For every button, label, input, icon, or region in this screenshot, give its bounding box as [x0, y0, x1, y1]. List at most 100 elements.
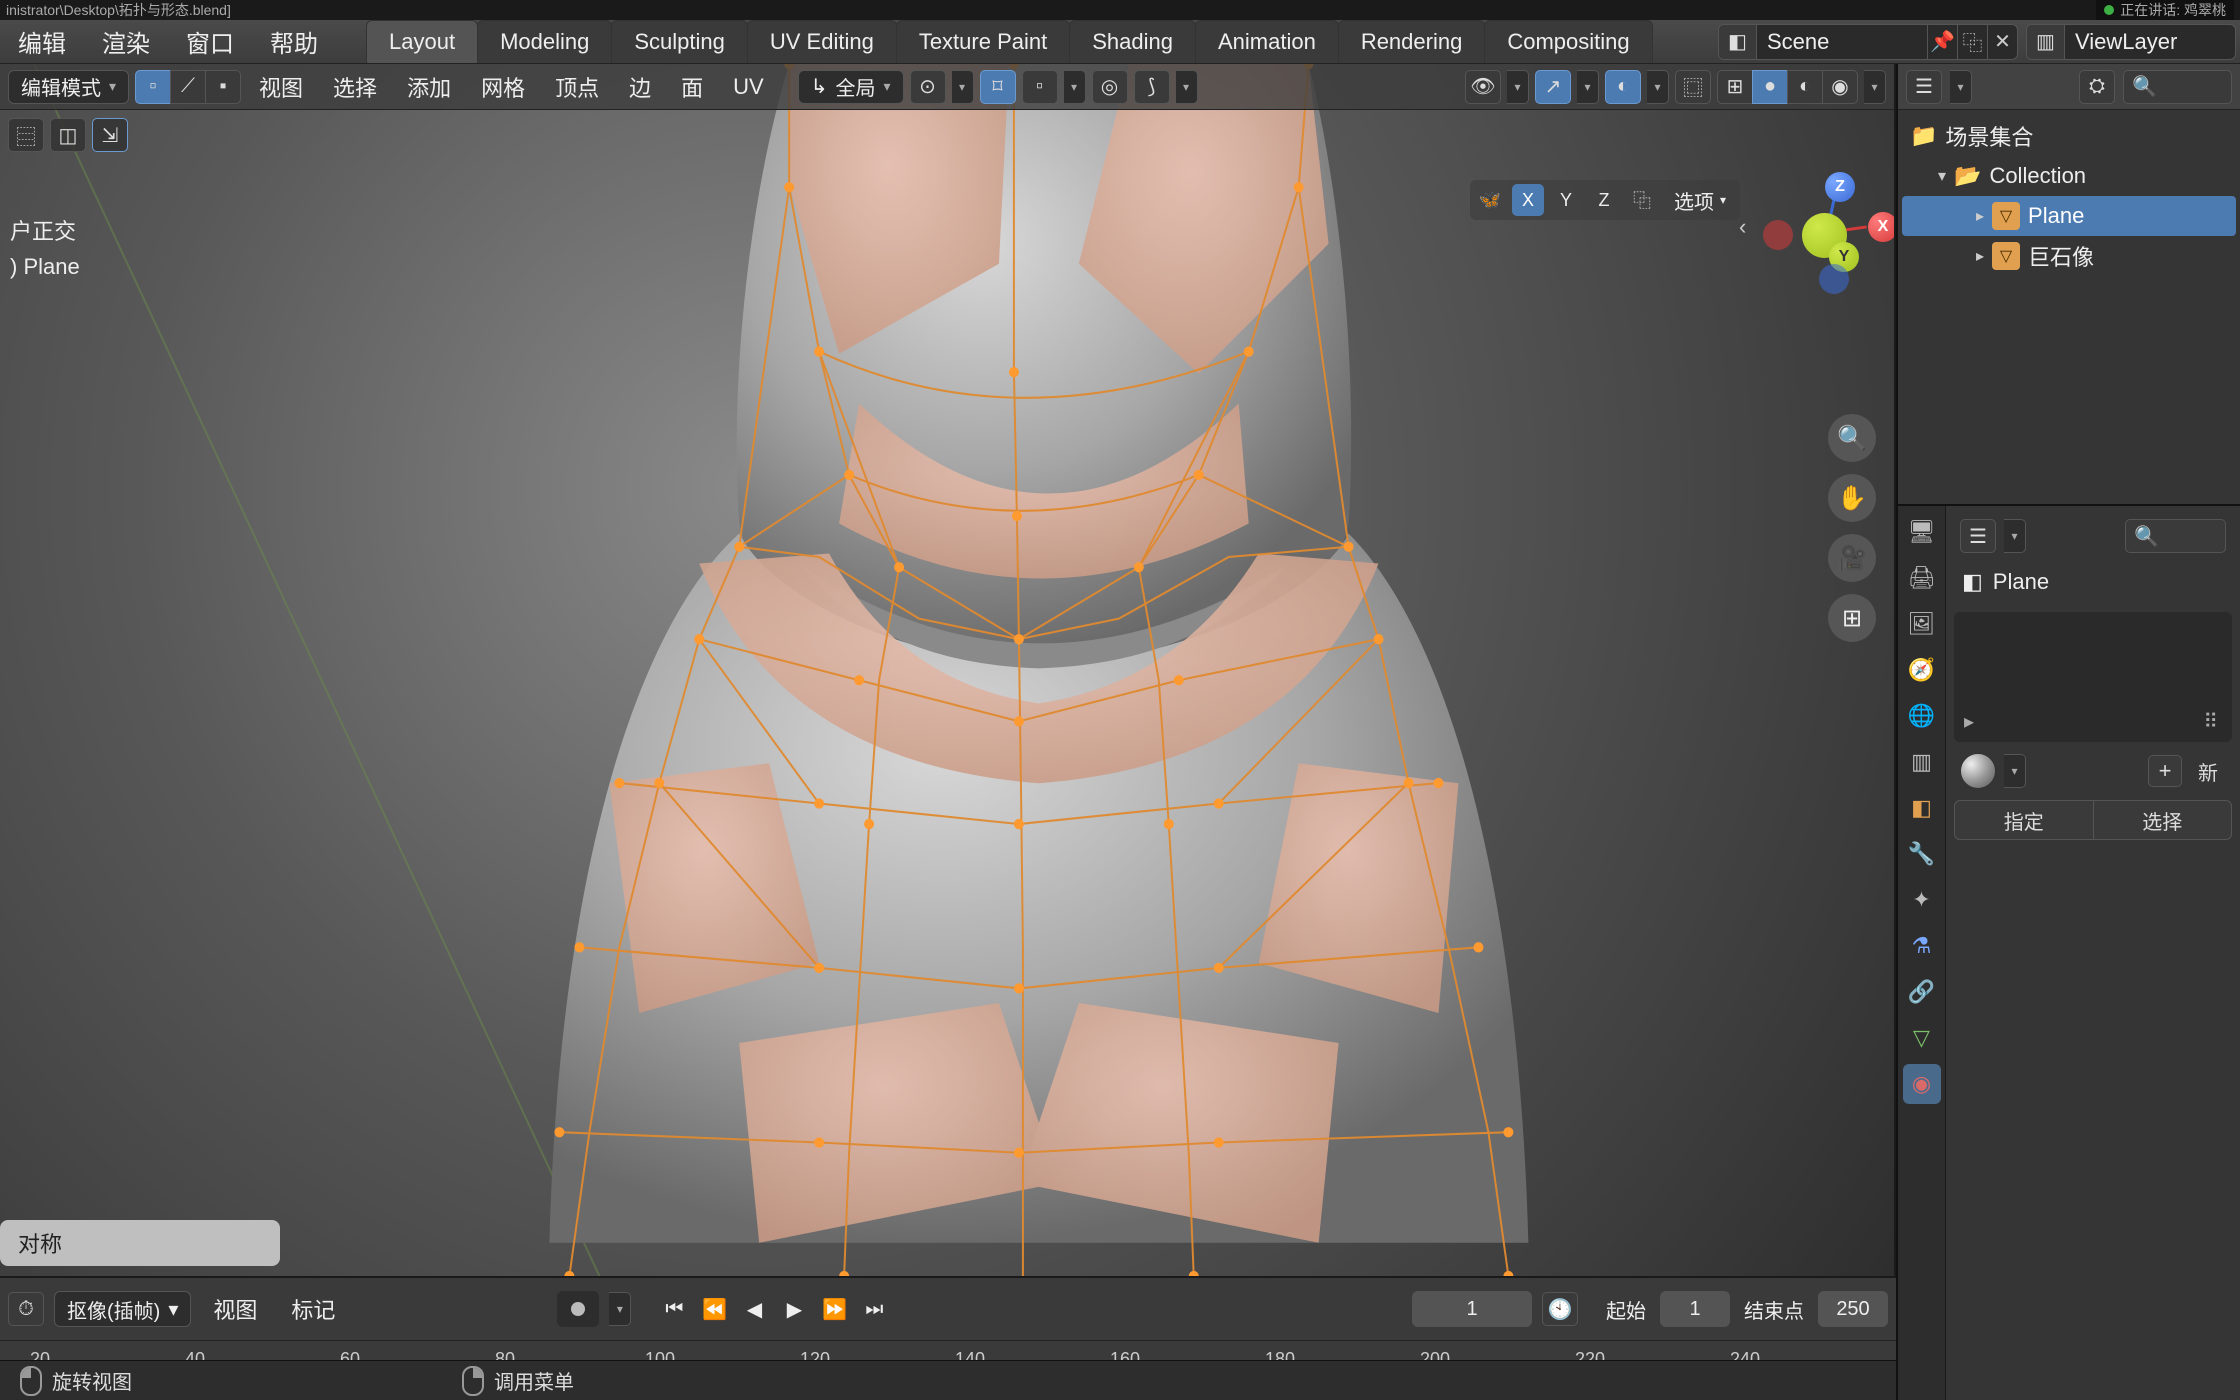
ptab-render-icon[interactable]: 🖥	[1903, 512, 1941, 552]
menu-render[interactable]: 渲染	[84, 24, 168, 59]
gizmo-toggle-icon[interactable]: ↗	[1535, 70, 1571, 104]
proportional-expand-icon[interactable]: ▾	[1176, 70, 1198, 104]
persp-ortho-icon[interactable]: ⊞	[1828, 594, 1876, 642]
proportional-falloff-icon[interactable]: ⟆	[1134, 70, 1170, 104]
disclosure-icon[interactable]: ▸	[1976, 206, 1984, 226]
vertex-select-icon[interactable]: ▫	[135, 70, 171, 104]
mirror-y-button[interactable]: Y	[1550, 184, 1582, 216]
ptab-scene-icon[interactable]: 🧭	[1903, 650, 1941, 690]
tree-item-statue[interactable]: ▸ ▽ 巨石像	[1902, 236, 2236, 276]
prev-key-icon[interactable]: ⏪	[695, 1291, 733, 1327]
mode-dropdown[interactable]: 编辑模式 ▾	[8, 70, 129, 104]
automerge-icon[interactable]: ⿻	[1626, 184, 1658, 216]
symmetry-operator-panel[interactable]: 对称	[0, 1220, 280, 1266]
outliner-display-mode-icon[interactable]: ☰	[1906, 70, 1942, 104]
props-options-icon[interactable]: ☰	[1960, 519, 1996, 553]
pivot-icon[interactable]: ⊙	[910, 70, 946, 104]
props-options-expand-icon[interactable]: ▾	[2004, 519, 2026, 553]
tab-texturepaint[interactable]: Texture Paint	[896, 20, 1070, 63]
end-frame-input[interactable]: 250	[1818, 1291, 1888, 1327]
outliner-display-expand-icon[interactable]: ▾	[1950, 70, 1972, 104]
next-key-icon[interactable]: ⏩	[815, 1291, 853, 1327]
axis-x-icon[interactable]: X	[1868, 212, 1896, 242]
tool-setting-icon-2[interactable]: ◫	[50, 118, 86, 152]
tree-scene-collection[interactable]: 📁 场景集合	[1902, 116, 2236, 156]
scene-name-input[interactable]	[1757, 25, 1927, 59]
rendered-shading-icon[interactable]: ◉	[1822, 70, 1858, 104]
tab-compositing[interactable]: Compositing	[1484, 20, 1652, 63]
tool-setting-icon-1[interactable]: ⿳	[8, 118, 44, 152]
tab-layout[interactable]: Layout	[366, 20, 478, 63]
delete-scene-icon[interactable]: ✕	[1987, 25, 2017, 59]
axis-z-icon[interactable]: Z	[1825, 172, 1855, 202]
ptab-object-icon[interactable]: ◧	[1903, 788, 1941, 828]
tab-animation[interactable]: Animation	[1195, 20, 1339, 63]
menu-window[interactable]: 窗口	[168, 24, 252, 59]
snap-expand-icon[interactable]: ▾	[1064, 70, 1086, 104]
face-select-icon[interactable]: ▪	[205, 70, 241, 104]
tree-item-plane[interactable]: ▸ ▽ Plane	[1902, 196, 2236, 236]
tab-modeling[interactable]: Modeling	[477, 20, 612, 63]
vp-menu-mesh[interactable]: 网格	[469, 71, 537, 103]
vp-menu-add[interactable]: 添加	[395, 71, 463, 103]
visibility-icon[interactable]: 👁	[1465, 70, 1501, 104]
orientation-dropdown[interactable]: ↳ 全局 ▾	[798, 70, 904, 104]
collapse-arrow-icon[interactable]: ‹	[1739, 214, 1746, 240]
start-frame-input[interactable]: 1	[1660, 1291, 1730, 1327]
drag-handle-icon[interactable]: ⠿	[2203, 709, 2220, 734]
props-search-input[interactable]: 🔍	[2125, 519, 2226, 553]
gizmo-expand-icon[interactable]: ▾	[1577, 70, 1599, 104]
timeline-menu-view[interactable]: 视图	[201, 1293, 269, 1325]
expand-icon[interactable]: ▸	[1964, 709, 1974, 734]
jump-start-icon[interactable]: ⏮	[655, 1291, 693, 1327]
shading-expand-icon[interactable]: ▾	[1864, 70, 1886, 104]
ptab-data-icon[interactable]: ▽	[1903, 1018, 1941, 1058]
tab-rendering[interactable]: Rendering	[1338, 20, 1486, 63]
edge-select-icon[interactable]: ⟋	[170, 70, 206, 104]
visibility-expand-icon[interactable]: ▾	[1507, 70, 1529, 104]
snap-type-icon[interactable]: ▫	[1022, 70, 1058, 104]
autokey-expand-icon[interactable]: ▾	[609, 1292, 631, 1326]
mirror-x-button[interactable]: X	[1512, 184, 1544, 216]
ptab-world-icon[interactable]: 🌐	[1903, 696, 1941, 736]
outliner-search-input[interactable]: 🔍	[2123, 70, 2232, 104]
jump-end-icon[interactable]: ⏭	[855, 1291, 893, 1327]
options-dropdown[interactable]: 选项 ▾	[1664, 184, 1736, 216]
ptab-particles-icon[interactable]: ✦	[1903, 880, 1941, 920]
clock-icon[interactable]: 🕙	[1542, 1292, 1578, 1326]
axis-neg-z-icon[interactable]	[1819, 264, 1849, 294]
pin-scene-icon[interactable]: 📌	[1927, 25, 1957, 59]
menu-help[interactable]: 帮助	[252, 24, 336, 59]
vp-menu-select[interactable]: 选择	[321, 71, 389, 103]
vp-menu-view[interactable]: 视图	[247, 71, 315, 103]
xray-toggle-icon[interactable]: ⿴	[1675, 70, 1711, 104]
copy-scene-icon[interactable]: ⿻	[1957, 25, 1987, 59]
menu-edit[interactable]: 编辑	[0, 24, 84, 59]
mirror-icon[interactable]: 🦋	[1474, 184, 1506, 216]
ptab-modifier-icon[interactable]: 🔧	[1903, 834, 1941, 874]
ptab-collection-icon[interactable]: ▥	[1903, 742, 1941, 782]
current-frame-input[interactable]: 1	[1412, 1291, 1532, 1327]
camera-view-icon[interactable]: 🎥	[1828, 534, 1876, 582]
overlay-expand-icon[interactable]: ▾	[1647, 70, 1669, 104]
material-preview-icon[interactable]	[1960, 753, 1996, 789]
outliner-filter-icon[interactable]: ⛭	[2079, 70, 2115, 104]
autokey-toggle[interactable]	[557, 1291, 599, 1327]
pivot-expand-icon[interactable]: ▾	[952, 70, 974, 104]
nav-gizmo[interactable]: ‹ Z X Y	[1769, 174, 1884, 289]
assign-button[interactable]: 指定	[1954, 800, 2094, 840]
material-slot-list[interactable]: ▸ ⠿	[1954, 612, 2232, 742]
3d-viewport[interactable]: 编辑模式 ▾ ▫ ⟋ ▪ 视图 选择 添加 网格 顶点 边 面 UV ↳ 全局 …	[0, 64, 1896, 1276]
snap-toggle-icon[interactable]: ⌑	[980, 70, 1016, 104]
material-add-button[interactable]: +	[2148, 755, 2182, 787]
solid-shading-icon[interactable]: ●	[1752, 70, 1788, 104]
vp-menu-vertex[interactable]: 顶点	[543, 71, 611, 103]
ptab-viewlayer-icon[interactable]: 🖼	[1903, 604, 1941, 644]
play-reverse-icon[interactable]: ◀	[735, 1291, 773, 1327]
vp-menu-edge[interactable]: 边	[617, 71, 663, 103]
pan-icon[interactable]: ✋	[1828, 474, 1876, 522]
axis-neg-x-icon[interactable]	[1763, 220, 1793, 250]
scene-selector[interactable]: ◧ 📌 ⿻ ✕	[1718, 24, 2018, 60]
outliner-tree[interactable]: 📁 场景集合 ▾ 📂 Collection ▸ ▽ Plane ▸ ▽ 巨石像	[1898, 110, 2240, 504]
timeline-editor-icon[interactable]: ⏱	[8, 1292, 44, 1326]
